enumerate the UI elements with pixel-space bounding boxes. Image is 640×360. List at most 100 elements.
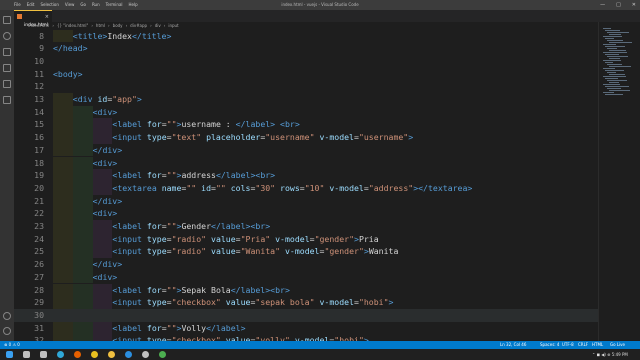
task-view-icon[interactable]	[40, 351, 47, 358]
extensions-icon[interactable]	[3, 80, 11, 88]
code-token: Sepak Bola	[181, 284, 231, 295]
minimize-button[interactable]: —	[600, 1, 605, 9]
close-tab-icon[interactable]: ×	[45, 12, 49, 22]
code-line[interactable]: 27 <div>	[14, 270, 598, 284]
code-token: "radio"	[171, 233, 207, 244]
breadcrumb-item[interactable]: {} "index.html"	[57, 22, 88, 30]
chrome-icon-2[interactable]	[159, 351, 166, 358]
breadcrumb-item[interactable]: body	[113, 22, 123, 30]
search-icon[interactable]	[23, 351, 30, 358]
file-explorer-icon[interactable]	[108, 351, 115, 358]
indentation-status[interactable]: Spaces: 4	[540, 341, 559, 349]
code-token: "username"	[358, 132, 409, 143]
settings-gear-icon[interactable]	[3, 327, 11, 335]
code-token: "address"	[368, 182, 414, 193]
taskbar: ⌃ ◼ ◀) ⊕ 5:49 PM	[0, 349, 640, 360]
source-control-icon[interactable]	[3, 48, 11, 56]
indent-guide	[53, 321, 73, 335]
code-line[interactable]: 12	[14, 80, 598, 93]
code-line[interactable]: 14 <div>	[14, 105, 598, 119]
vscode-icon[interactable]	[125, 351, 132, 358]
line-number: 8	[39, 30, 44, 41]
indent-guide	[72, 258, 93, 271]
code-line[interactable]: 13 <div id="app">	[14, 93, 598, 106]
code-line[interactable]: 16 <input type="text" placeholder="userna…	[14, 131, 598, 144]
code-line[interactable]: 28 <label for="">Sepak Bola</label><br>	[14, 283, 598, 297]
camera-icon[interactable]	[142, 351, 149, 358]
code-line[interactable]: 20 <textarea name="" id="" cols="30" rows…	[14, 181, 598, 195]
minimap[interactable]	[598, 22, 640, 341]
firefox-icon[interactable]	[74, 351, 81, 358]
code-line[interactable]: 22 <div>	[14, 207, 598, 220]
code-token: v-model	[329, 182, 364, 193]
code-line[interactable]: 32 <input type="checkbox" value="volly" v…	[14, 334, 598, 341]
code-token: </label><br>	[215, 170, 276, 181]
code-line[interactable]: 8 <title>Index</title>	[14, 30, 598, 43]
indent-guide	[92, 245, 113, 259]
code-line[interactable]: 30	[14, 308, 598, 322]
windows-start-icon[interactable]	[6, 351, 13, 358]
code-token: "radio"	[171, 246, 207, 257]
breadcrumb-item[interactable]: html	[96, 22, 105, 30]
code-token: id	[201, 182, 211, 193]
breadcrumb-item[interactable]: index.html	[28, 22, 49, 30]
line-number: 23	[34, 221, 44, 231]
edge-icon[interactable]	[57, 351, 64, 358]
code-token: ></textarea>	[413, 182, 473, 193]
code-line[interactable]: 29 <input type="checkbox" value="sepak bo…	[14, 296, 598, 309]
code-line[interactable]: 21 </div>	[14, 194, 598, 208]
code-line[interactable]: 15 <label for="">username : </label> <br>	[14, 118, 598, 132]
code-editor[interactable]: 8 <title>Index</title> 9 </head> 10 11 <body> 1…	[14, 30, 598, 341]
code-line[interactable]: 25 <input type="radio" value="Wanita" v-m…	[14, 245, 598, 259]
indent-guide	[92, 296, 113, 309]
cursor-position[interactable]: Ln 32, Col 46	[500, 341, 526, 349]
problems-status[interactable]: ⊗ 0 ⚠ 0	[4, 341, 20, 349]
line-number: 16	[34, 132, 44, 143]
encoding-status[interactable]: UTF-8	[562, 341, 574, 349]
code-text: <input type="radio" value="Pria" v-model…	[112, 233, 378, 246]
breadcrumb: index.html ›{} "index.html" › html › body › div…	[14, 22, 594, 30]
code-token: name	[161, 182, 182, 193]
minimap-line	[607, 88, 621, 89]
search-icon[interactable]	[3, 32, 11, 40]
account-icon[interactable]	[3, 312, 11, 320]
code-token: v-model	[275, 233, 310, 244]
go-live-button[interactable]: Go Live	[610, 341, 625, 349]
code-token: Wanita	[368, 246, 399, 257]
code-token: v-model	[319, 297, 354, 308]
explorer-icon[interactable]	[3, 16, 11, 24]
code-line[interactable]: 23 <label for="">Gender</label><br>	[14, 220, 598, 233]
language-mode[interactable]: HTML	[592, 341, 603, 349]
indent-guide	[92, 283, 113, 297]
code-line[interactable]: 11 <body>	[14, 68, 598, 81]
indent-guide	[53, 334, 73, 341]
eol-status[interactable]: CRLF	[578, 341, 588, 349]
code-line[interactable]: 10	[14, 55, 598, 68]
code-line[interactable]: 9 </head>	[14, 42, 598, 55]
code-line[interactable]: 18 <div>	[14, 156, 598, 170]
code-token: v-model	[284, 246, 320, 257]
close-button[interactable]: ✕	[632, 1, 636, 9]
code-line[interactable]: 31 <label for="">Volly</label>	[14, 321, 598, 335]
breadcrumb-item[interactable]: input	[168, 22, 178, 30]
line-number: 22	[34, 208, 44, 219]
code-token: </label><br>	[230, 284, 290, 295]
breadcrumb-item[interactable]: div	[155, 22, 161, 30]
indent-guide	[92, 131, 113, 144]
code-line[interactable]: 26 </div>	[14, 258, 598, 271]
maximize-button[interactable]: □	[616, 1, 621, 9]
tab-index-html[interactable]: index.html ×	[14, 10, 52, 28]
indent-guide	[53, 207, 73, 220]
chrome-icon[interactable]	[91, 351, 98, 358]
code-token: "hobi"	[358, 297, 389, 308]
remote-explorer-icon[interactable]	[3, 96, 11, 104]
code-line[interactable]: 24 <input type="radio" value="Pria" v-mod…	[14, 232, 598, 246]
indent-guide	[53, 245, 73, 259]
code-token: <input	[112, 233, 147, 244]
minimap-line	[607, 80, 627, 81]
run-debug-icon[interactable]	[3, 64, 11, 72]
breadcrumb-item[interactable]: div#app	[130, 22, 147, 30]
code-line[interactable]: 19 <label for="">address</label><br>	[14, 169, 598, 182]
system-tray[interactable]: ⌃ ◼ ◀) ⊕ 5:49 PM	[592, 349, 628, 360]
code-line[interactable]: 17 </div>	[14, 143, 598, 157]
